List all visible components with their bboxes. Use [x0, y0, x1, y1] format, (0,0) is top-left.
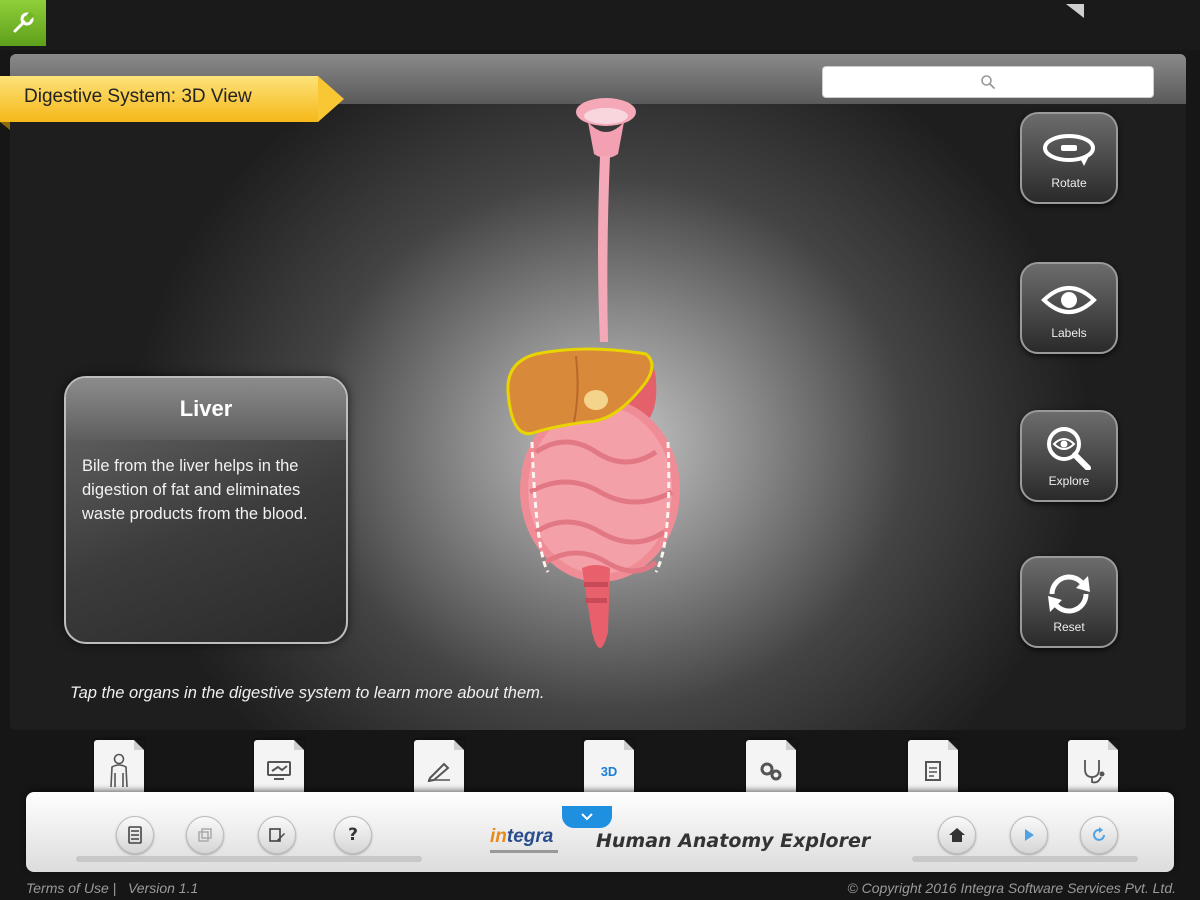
pharynx-organ[interactable] — [576, 98, 636, 158]
instruction-hint: Tap the organs in the digestive system t… — [70, 684, 545, 702]
page-title: Digestive System: 3D View — [24, 86, 252, 107]
labels-label: Labels — [1051, 326, 1087, 340]
rotate-label: Rotate — [1051, 176, 1087, 190]
eye-icon — [1041, 286, 1097, 314]
labels-button[interactable]: Labels — [1020, 262, 1118, 354]
home-button[interactable] — [938, 816, 976, 854]
body-outline-icon — [110, 753, 128, 788]
gears-icon — [760, 762, 782, 781]
dock-left-ledge — [76, 856, 422, 862]
footer-separator: | — [112, 880, 117, 896]
app-name: Human Anatomy Explorer — [596, 830, 871, 852]
footer-left: Terms of Use | Version 1.1 — [26, 880, 198, 896]
esophagus-organ[interactable] — [598, 156, 610, 342]
tab-3d-label: 3D — [600, 763, 618, 779]
rectum-organ[interactable] — [582, 565, 610, 648]
reset-label: Reset — [1053, 620, 1085, 634]
help-button[interactable]: ? — [334, 816, 372, 854]
copy-button[interactable] — [186, 816, 224, 854]
reset-icon — [1048, 574, 1090, 614]
search-input[interactable] — [822, 66, 1154, 98]
help-icon: ? — [348, 825, 358, 845]
stethoscope-icon — [1084, 760, 1105, 784]
replay-icon — [1093, 827, 1105, 841]
organ-name: Liver — [179, 396, 233, 421]
reset-button[interactable]: Reset — [1020, 556, 1118, 648]
settings-wrench-button[interactable] — [0, 0, 46, 46]
calculator-icon — [128, 826, 142, 844]
digestive-system-model[interactable] — [496, 92, 696, 672]
copyright-text: © Copyright 2016 Integra Software Servic… — [847, 880, 1176, 896]
rotate-button[interactable]: Rotate — [1020, 112, 1118, 204]
pencil-icon — [427, 762, 450, 782]
rotate-icon — [1043, 134, 1095, 166]
search-icon — [981, 75, 995, 89]
monitor-icon — [267, 761, 291, 780]
magnifier-eye-icon — [1047, 427, 1091, 470]
explore-button[interactable]: Explore — [1020, 410, 1118, 502]
explore-label: Explore — [1048, 474, 1090, 488]
copy-icon — [198, 828, 212, 842]
organ-description: Bile from the liver helps in the digesti… — [82, 457, 308, 523]
integra-logo: integra — [490, 826, 554, 847]
version-text: Version 1.1 — [127, 880, 199, 896]
logo-underline — [490, 850, 558, 853]
home-icon — [949, 828, 965, 842]
replay-button[interactable] — [1080, 816, 1118, 854]
edit-note-button[interactable] — [258, 816, 296, 854]
terms-of-use-link[interactable]: Terms of Use — [26, 880, 109, 896]
play-button[interactable] — [1010, 816, 1048, 854]
dock-right-ledge — [912, 856, 1138, 862]
edit-note-icon — [269, 828, 285, 842]
top-bar — [0, 0, 1200, 50]
expand-tabs-button[interactable] — [562, 806, 612, 828]
calculator-button[interactable] — [116, 816, 154, 854]
wrench-icon — [13, 11, 35, 33]
info-card-header: Liver — [66, 378, 346, 440]
app-window: Digestive System: 3D View Liver Bile fro… — [0, 0, 1200, 900]
corner-fold-icon — [1066, 4, 1084, 18]
organ-info-card: Liver Bile from the liver helps in the d… — [64, 376, 348, 644]
document-icon — [925, 761, 941, 781]
play-icon — [1025, 829, 1034, 841]
chevron-down-icon — [581, 813, 593, 821]
